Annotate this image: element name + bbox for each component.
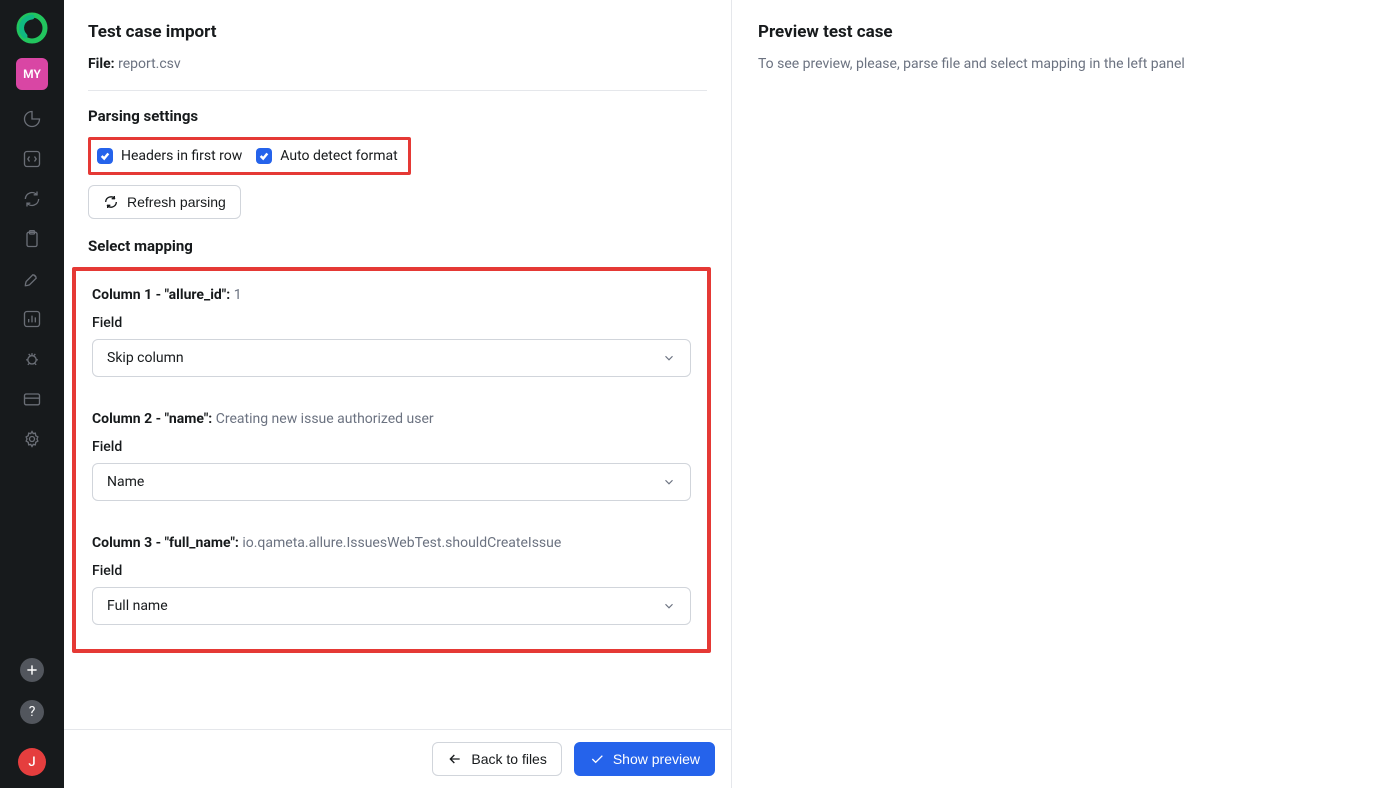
workspace-badge[interactable]: MY (16, 58, 48, 90)
mapping-column-1: Column 1 - "allure_id": 1 Field Skip col… (92, 287, 691, 377)
page-title: Test case import (88, 22, 707, 42)
field-select-1[interactable]: Skip column (92, 339, 691, 377)
nav-refresh-icon[interactable] (21, 188, 43, 210)
chevron-down-icon (662, 475, 676, 489)
user-avatar[interactable]: J (18, 748, 46, 776)
nav-chart-icon[interactable] (21, 308, 43, 330)
nav-card-icon[interactable] (21, 388, 43, 410)
nav-bug-icon[interactable] (21, 348, 43, 370)
check-icon (259, 151, 269, 161)
panel-footer: Back to files Show preview (64, 729, 731, 788)
arrow-left-icon (447, 751, 463, 767)
sidebar: MY ? J (0, 0, 64, 788)
divider (88, 90, 707, 91)
nav-clipboard-icon[interactable] (21, 228, 43, 250)
mapping-column-3: Column 3 - "full_name": io.qameta.allure… (92, 535, 691, 625)
preview-panel: Preview test case To see preview, please… (732, 0, 1400, 788)
field-label: Field (92, 315, 691, 331)
refresh-parsing-button[interactable]: Refresh parsing (88, 185, 241, 219)
check-icon (589, 751, 605, 767)
parsing-options-highlight: Headers in first row Auto detect format (88, 137, 411, 175)
nav-pie-icon[interactable] (21, 108, 43, 130)
mapping-highlight: Column 1 - "allure_id": 1 Field Skip col… (72, 267, 711, 653)
parsing-heading: Parsing settings (88, 107, 707, 125)
help-icon[interactable]: ? (20, 700, 44, 724)
nav-rocket-icon[interactable] (21, 268, 43, 290)
nav-code-icon[interactable] (21, 148, 43, 170)
import-panel: Test case import File: report.csv Parsin… (64, 0, 732, 788)
autodetect-checkbox-label: Auto detect format (280, 148, 397, 164)
check-icon (100, 151, 110, 161)
field-select-3[interactable]: Full name (92, 587, 691, 625)
mapping-column-2: Column 2 - "name": Creating new issue au… (92, 411, 691, 501)
preview-title: Preview test case (758, 22, 1374, 42)
chevron-down-icon (662, 599, 676, 613)
app-logo[interactable] (16, 12, 48, 44)
nav-settings-icon[interactable] (21, 428, 43, 450)
field-select-2[interactable]: Name (92, 463, 691, 501)
headers-checkbox-label: Headers in first row (121, 148, 242, 164)
add-button-icon[interactable] (20, 658, 44, 682)
field-label: Field (92, 563, 691, 579)
field-label: Field (92, 439, 691, 455)
file-info: File: report.csv (88, 56, 707, 72)
autodetect-checkbox[interactable] (256, 148, 272, 164)
mapping-heading: Select mapping (88, 237, 707, 255)
back-to-files-button[interactable]: Back to files (432, 742, 561, 776)
refresh-icon (103, 194, 119, 210)
headers-checkbox[interactable] (97, 148, 113, 164)
show-preview-button[interactable]: Show preview (574, 742, 715, 776)
chevron-down-icon (662, 351, 676, 365)
preview-empty-text: To see preview, please, parse file and s… (758, 56, 1374, 72)
